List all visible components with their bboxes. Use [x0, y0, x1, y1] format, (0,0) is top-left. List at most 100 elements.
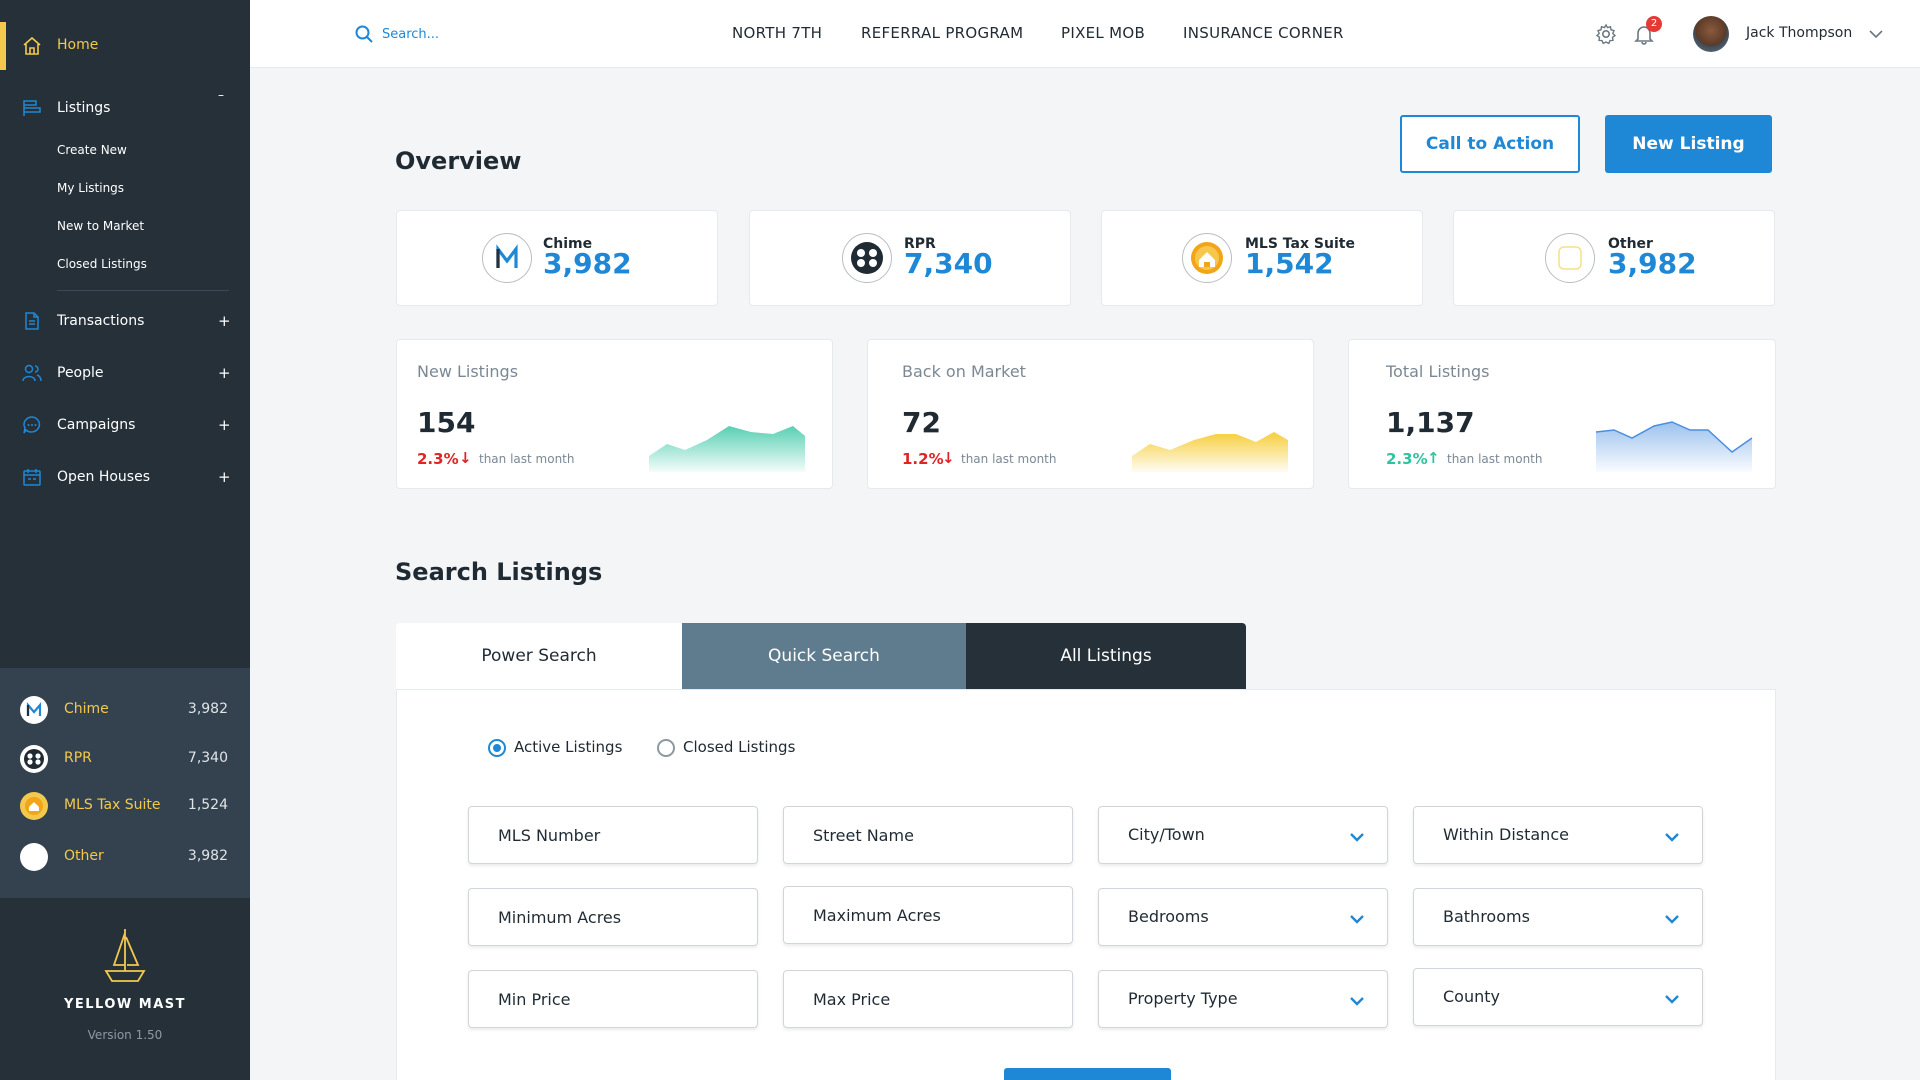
expand-icon[interactable]: +: [218, 468, 231, 486]
sidebar-subitem-my-listings[interactable]: My Listings: [57, 181, 124, 195]
search-input[interactable]: [382, 22, 582, 46]
gear-icon[interactable]: [1595, 23, 1617, 45]
min-price-input[interactable]: [469, 971, 757, 1027]
stat-title: Total Listings: [1386, 362, 1490, 381]
max-acres-input[interactable]: [784, 887, 1072, 943]
bathrooms-select[interactable]: Bathrooms: [1413, 888, 1703, 946]
stat-title: New Listings: [417, 362, 519, 381]
tab-quick-search[interactable]: Quick Search: [682, 623, 966, 689]
sidebar-subitem-create-new[interactable]: Create New: [57, 143, 127, 157]
select-label: Within Distance: [1443, 825, 1569, 844]
select-label: Bathrooms: [1443, 907, 1530, 926]
sidebar-item-listings[interactable]: Listings –: [0, 88, 250, 128]
sailboat-logo-icon: [104, 929, 146, 982]
sidebar-source-rpr[interactable]: RPR 7,340: [0, 741, 250, 777]
sparkline-chart: [1595, 421, 1753, 472]
max-price-field[interactable]: [783, 970, 1073, 1028]
max-acres-field[interactable]: [783, 886, 1073, 944]
topnav-insurance-corner[interactable]: INSURANCE CORNER: [1183, 24, 1344, 42]
sidebar-item-label: Home: [57, 37, 99, 53]
rpr-logo-icon: [842, 233, 892, 283]
expand-icon[interactable]: +: [218, 312, 231, 330]
expand-icon[interactable]: +: [218, 364, 231, 382]
chevron-down-icon[interactable]: [1868, 26, 1884, 42]
stat-note: than last month: [961, 452, 1057, 466]
sidebar-sources-panel: Chime 3,982 RPR 7,340 MLS Tax Suite 1,52…: [0, 668, 250, 898]
sidebar-item-label: Listings: [57, 100, 111, 116]
stat-change: 2.3%: [1386, 450, 1428, 468]
mls-tax-suite-logo-icon: [20, 792, 48, 820]
source-name: Chime: [64, 701, 109, 717]
sidebar-source-chime[interactable]: Chime 3,982: [0, 692, 250, 728]
min-acres-input[interactable]: [469, 889, 757, 945]
max-price-input[interactable]: [784, 971, 1072, 1027]
topnav-pixel-mob[interactable]: PIXEL MOB: [1061, 24, 1145, 42]
active-indicator: [0, 22, 6, 70]
topnav-referral-program[interactable]: REFERRAL PROGRAM: [861, 24, 1023, 42]
search-submit-button[interactable]: [1004, 1068, 1171, 1080]
collapse-icon[interactable]: –: [218, 88, 224, 102]
street-name-field[interactable]: [783, 806, 1073, 864]
min-price-field[interactable]: [468, 970, 758, 1028]
tab-power-search[interactable]: Power Search: [396, 623, 682, 689]
chevron-down-icon: [1350, 915, 1364, 924]
select-label: City/Town: [1128, 825, 1205, 844]
source-card-value: 1,542: [1245, 247, 1334, 280]
sidebar-subitem-new-to-market[interactable]: New to Market: [57, 219, 144, 233]
search-icon[interactable]: [354, 24, 374, 44]
sidebar-divider: [57, 290, 229, 291]
sidebar-item-open-houses[interactable]: Open Houses +: [0, 457, 250, 497]
source-name: Other: [64, 848, 104, 864]
chevron-down-icon: [1665, 995, 1679, 1004]
within-distance-select[interactable]: Within Distance: [1413, 806, 1703, 864]
stat-value: 72: [902, 406, 941, 439]
user-name[interactable]: Jack Thompson: [1746, 25, 1852, 41]
sidebar-source-mls-tax-suite[interactable]: MLS Tax Suite 1,524: [0, 788, 250, 824]
expand-icon[interactable]: +: [218, 416, 231, 434]
city-town-select[interactable]: City/Town: [1098, 806, 1388, 864]
source-card-other[interactable]: Other 3,982: [1453, 210, 1775, 306]
tab-all-listings[interactable]: All Listings: [966, 623, 1246, 689]
sidebar-subitem-closed-listings[interactable]: Closed Listings: [57, 257, 147, 271]
sidebar-item-people[interactable]: People +: [0, 353, 250, 393]
document-icon: [25, 312, 39, 330]
sidebar-item-label: Transactions: [57, 313, 145, 329]
sparkline-chart: [1132, 432, 1288, 472]
call-to-action-button[interactable]: Call to Action: [1400, 115, 1580, 173]
arrow-down-icon: ↓: [942, 449, 955, 467]
avatar[interactable]: [1693, 16, 1729, 52]
topnav-north-7th[interactable]: NORTH 7TH: [732, 24, 822, 42]
stat-value: 1,137: [1386, 406, 1475, 439]
source-card-rpr[interactable]: RPR 7,340: [749, 210, 1071, 306]
sidebar-item-campaigns[interactable]: Campaigns +: [0, 405, 250, 445]
sparkline-chart: [649, 426, 805, 472]
version-label: Version 1.50: [87, 1028, 163, 1042]
chat-icon: [23, 416, 41, 434]
min-acres-field[interactable]: [468, 888, 758, 946]
stat-card-new-listings: New Listings 154 2.3% ↓ than last month: [396, 339, 833, 489]
new-listing-button[interactable]: New Listing: [1605, 115, 1772, 173]
sidebar-item-transactions[interactable]: Transactions +: [0, 301, 250, 341]
property-type-select[interactable]: Property Type: [1098, 970, 1388, 1028]
radio-label: Active Listings: [514, 738, 623, 756]
radio-closed-listings[interactable]: [657, 739, 675, 757]
arrow-up-icon: ↑: [1427, 449, 1440, 467]
page-title: Overview: [395, 147, 522, 175]
source-card-value: 3,982: [543, 247, 632, 280]
chevron-down-icon: [1665, 833, 1679, 842]
source-count: 1,524: [187, 797, 228, 813]
radio-active-listings[interactable]: [488, 739, 506, 757]
bedrooms-select[interactable]: Bedrooms: [1098, 888, 1388, 946]
mls-number-field[interactable]: [468, 806, 758, 864]
sidebar-item-home[interactable]: Home: [0, 22, 250, 70]
street-name-input[interactable]: [784, 807, 1072, 863]
source-card-mls-tax-suite[interactable]: MLS Tax Suite 1,542: [1101, 210, 1423, 306]
sidebar-source-other[interactable]: Other 3,982: [0, 839, 250, 875]
stat-card-back-on-market: Back on Market 72 1.2% ↓ than last month: [867, 339, 1314, 489]
stat-value: 154: [417, 406, 476, 439]
county-select[interactable]: County: [1413, 968, 1703, 1026]
select-label: County: [1443, 987, 1500, 1006]
mls-number-input[interactable]: [469, 807, 757, 863]
source-count: 3,982: [187, 848, 228, 864]
source-card-chime[interactable]: Chime 3,982: [396, 210, 718, 306]
